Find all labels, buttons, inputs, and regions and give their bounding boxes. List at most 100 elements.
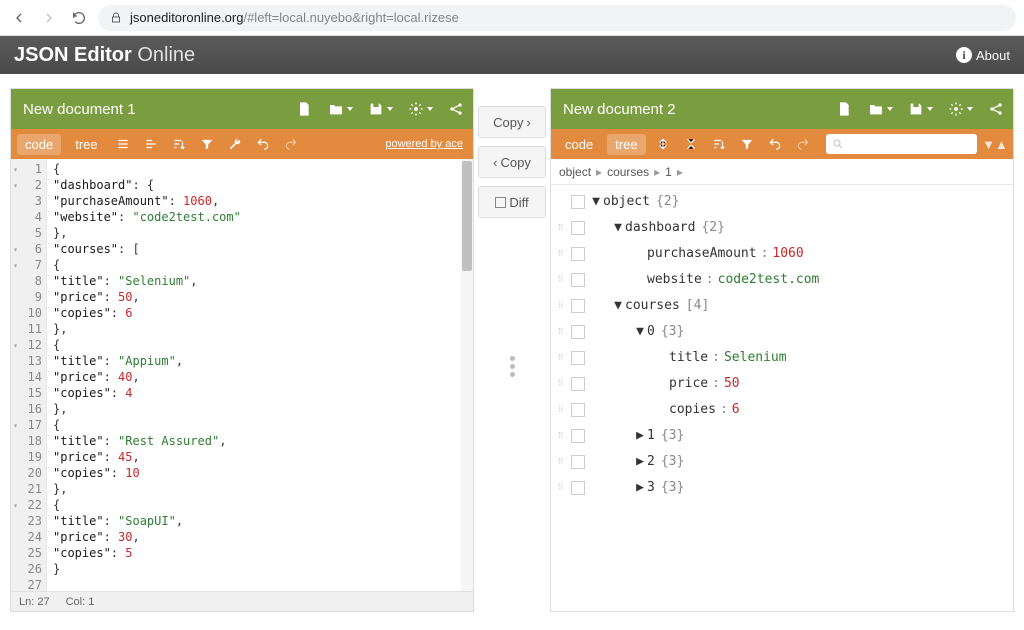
tree-row[interactable]: ⠿▼dashboard{2} [551,215,1013,241]
lock-icon [110,12,122,24]
context-menu-button[interactable] [571,325,585,339]
context-menu-button[interactable] [571,273,585,287]
tree-row[interactable]: ⠿▼0{3} [551,319,1013,345]
right-panel: New document 2 code tree ▼▲ object▸cours… [550,88,1014,612]
redo-icon[interactable] [280,133,302,155]
compact-icon[interactable] [140,133,162,155]
url-bar[interactable]: jsoneditoronline.org/#left=local.nuyebo&… [98,5,1016,31]
new-file-icon[interactable] [295,100,313,118]
context-menu-button[interactable] [571,455,585,469]
line-gutter[interactable]: 1234567891011121314151617181920212223242… [11,159,47,591]
reload-button[interactable] [68,7,90,29]
share-icon[interactable] [447,100,465,118]
undo-icon[interactable] [252,133,274,155]
left-panel: New document 1 code tree powered by ace … [10,88,474,612]
context-menu-button[interactable] [571,221,585,235]
forward-button[interactable] [38,7,60,29]
powered-by-link[interactable]: powered by ace [385,138,467,150]
repair-icon[interactable] [224,133,246,155]
tree-row[interactable]: ⠿▼courses[4] [551,293,1013,319]
app-title: JSON Editor Online [14,44,195,67]
mode-code-button[interactable]: code [17,134,61,155]
sort-icon[interactable] [708,133,730,155]
copy-right-button[interactable]: Copy› [478,106,546,138]
tree-row[interactable]: ⠿▶3{3} [551,475,1013,501]
status-bar: Ln: 27 Col: 1 [11,591,473,611]
new-file-icon[interactable] [835,100,853,118]
expand-toggle[interactable]: ▼ [611,215,625,241]
breadcrumb[interactable]: object▸courses▸1▸ [551,159,1013,185]
tree-view[interactable]: ▼object{2}⠿▼dashboard{2}⠿purchaseAmount:… [551,185,1013,611]
open-folder-icon[interactable] [327,100,345,118]
expand-toggle[interactable]: ▼ [611,293,625,319]
tree-row[interactable]: ⠿purchaseAmount:1060 [551,241,1013,267]
search-input[interactable] [826,134,977,154]
tree-row[interactable]: ⠿copies:6 [551,397,1013,423]
drag-grip-icon[interactable]: ⠿ [555,382,565,386]
more-icon[interactable] [510,356,515,377]
context-menu-button[interactable] [571,299,585,313]
app-header: JSON Editor Online iAbout [0,36,1024,74]
mode-code-button[interactable]: code [557,134,601,155]
context-menu-button[interactable] [571,195,585,209]
mode-tree-button[interactable]: tree [67,134,105,155]
middle-controls: Copy› ‹Copy Diff [474,88,550,612]
drag-grip-icon[interactable]: ⠿ [555,356,565,360]
browser-bar: jsoneditoronline.org/#left=local.nuyebo&… [0,0,1024,36]
context-menu-button[interactable] [571,481,585,495]
share-icon[interactable] [987,100,1005,118]
code-content[interactable]: {"dashboard": {"purchaseAmount": 1060,"w… [47,159,473,591]
drag-grip-icon[interactable]: ⠿ [555,434,565,438]
cursor-col: Col: 1 [66,596,95,608]
settings-icon[interactable] [947,100,965,118]
undo-icon[interactable] [764,133,786,155]
drag-grip-icon[interactable]: ⠿ [555,330,565,334]
diff-button[interactable]: Diff [478,186,546,218]
back-button[interactable] [8,7,30,29]
expand-toggle[interactable]: ▶ [633,449,647,475]
expand-toggle[interactable]: ▶ [633,475,647,501]
filter-icon[interactable] [196,133,218,155]
context-menu-button[interactable] [571,247,585,261]
settings-icon[interactable] [407,100,425,118]
tree-row[interactable]: ⠿website:code2test.com [551,267,1013,293]
context-menu-button[interactable] [571,351,585,365]
scrollbar[interactable] [461,159,473,591]
tree-row[interactable]: ▼object{2} [551,189,1013,215]
copy-left-button[interactable]: ‹Copy [478,146,546,178]
right-panel-header: New document 2 [551,89,1013,129]
expand-toggle[interactable]: ▶ [633,423,647,449]
tree-row[interactable]: ⠿price:50 [551,371,1013,397]
drag-grip-icon[interactable]: ⠿ [555,278,565,282]
collapse-icon[interactable] [680,133,702,155]
about-link[interactable]: iAbout [956,47,1010,63]
drag-grip-icon[interactable]: ⠿ [555,460,565,464]
right-panel-title: New document 2 [563,101,676,118]
expand-icon[interactable] [652,133,674,155]
drag-grip-icon[interactable]: ⠿ [555,408,565,412]
expand-toggle[interactable]: ▼ [633,319,647,345]
mode-tree-button[interactable]: tree [607,134,645,155]
format-icon[interactable] [112,133,134,155]
url-text: jsoneditoronline.org/#left=local.nuyebo&… [130,10,459,25]
context-menu-button[interactable] [571,403,585,417]
cursor-line: Ln: 27 [19,596,50,608]
drag-grip-icon[interactable]: ⠿ [555,486,565,490]
save-icon[interactable] [907,100,925,118]
open-folder-icon[interactable] [867,100,885,118]
context-menu-button[interactable] [571,429,585,443]
drag-grip-icon[interactable]: ⠿ [555,226,565,230]
info-icon: i [956,47,972,63]
filter-icon[interactable] [736,133,758,155]
drag-grip-icon[interactable]: ⠿ [555,304,565,308]
tree-row[interactable]: ⠿▶1{3} [551,423,1013,449]
context-menu-button[interactable] [571,377,585,391]
tree-row[interactable]: ⠿▶2{3} [551,449,1013,475]
search-options-icon[interactable]: ▼▲ [983,137,1007,152]
drag-grip-icon[interactable]: ⠿ [555,252,565,256]
expand-toggle[interactable]: ▼ [589,189,603,215]
tree-row[interactable]: ⠿title:Selenium [551,345,1013,371]
save-icon[interactable] [367,100,385,118]
sort-icon[interactable] [168,133,190,155]
redo-icon[interactable] [792,133,814,155]
